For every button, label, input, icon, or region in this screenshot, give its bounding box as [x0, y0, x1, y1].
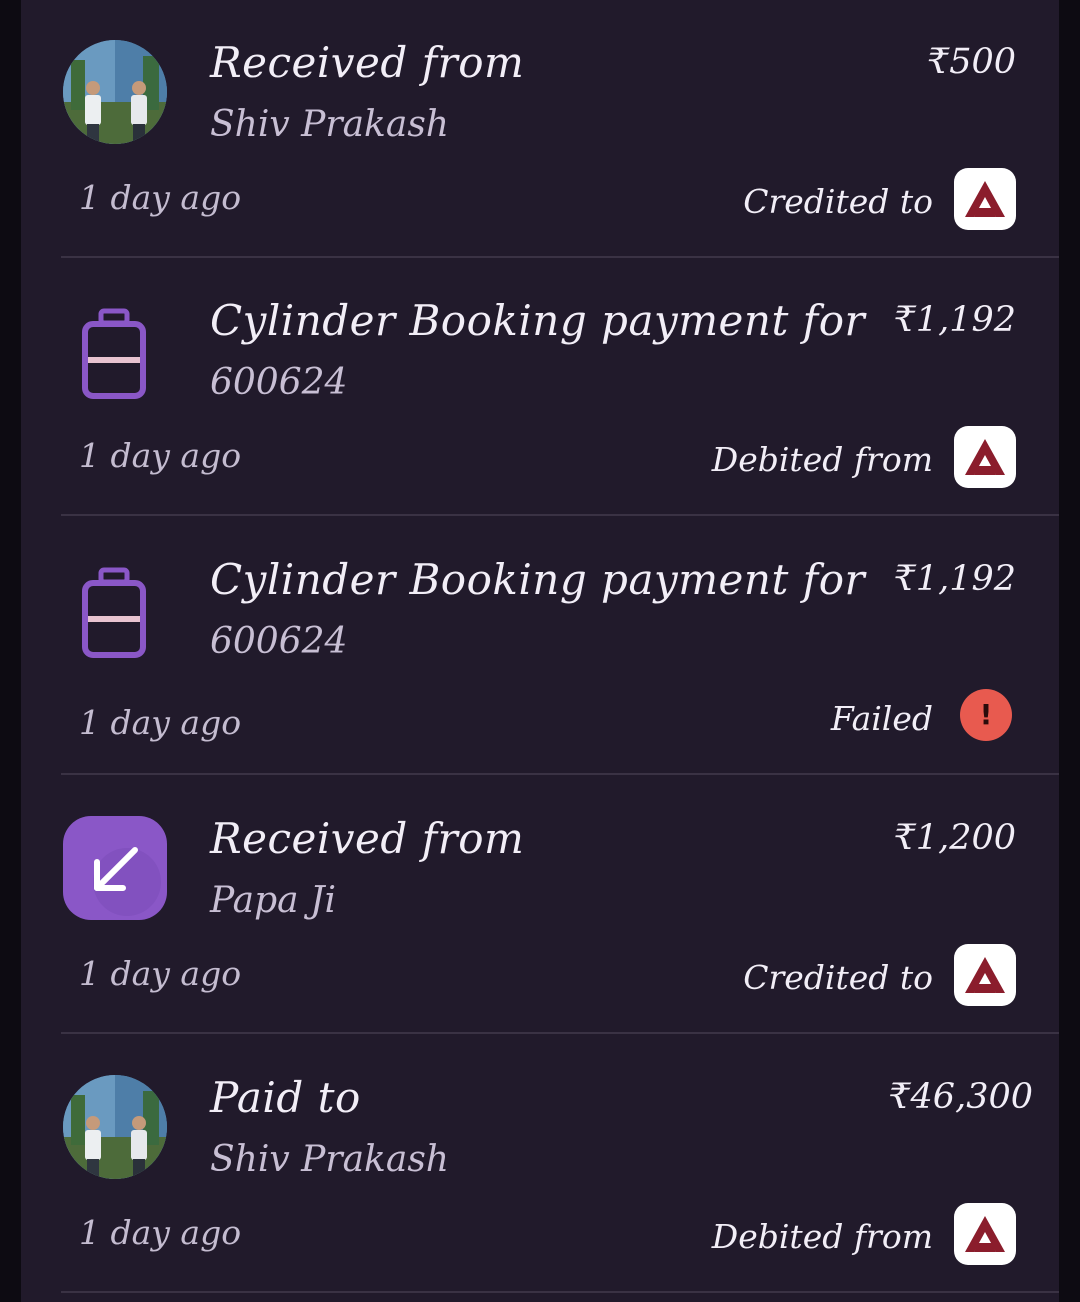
transaction-amount: ₹1,192 [893, 300, 1016, 340]
transaction-title: Paid to [210, 1073, 361, 1122]
axis-bank-icon [954, 426, 1016, 488]
failed-alert-icon: ! [960, 689, 1012, 741]
axis-bank-icon [954, 1203, 1016, 1265]
transaction-status: Failed [830, 699, 933, 738]
divider [61, 1032, 1059, 1034]
transaction-item[interactable]: Paid to Shiv Prakash ₹46,300 1 day ago D… [21, 1035, 1059, 1293]
contact-avatar [63, 1075, 167, 1179]
transaction-status: Debited from [711, 440, 933, 479]
transaction-status: Debited from [711, 1217, 933, 1256]
divider [61, 773, 1059, 775]
transaction-amount: ₹46,300 [888, 1077, 1033, 1117]
transaction-party: Papa Ji [210, 880, 336, 921]
gas-cylinder-icon [81, 308, 147, 400]
gas-cylinder-icon [81, 567, 147, 659]
transaction-time: 1 day ago [79, 703, 242, 742]
received-arrow-icon [63, 816, 167, 920]
transaction-item[interactable]: Cylinder Booking payment for 600624 ₹1,1… [21, 517, 1059, 775]
transaction-title: Cylinder Booking payment for [210, 555, 866, 604]
axis-bank-icon [954, 944, 1016, 1006]
transaction-time: 1 day ago [79, 1213, 242, 1252]
contact-avatar [63, 40, 167, 144]
transaction-status: Credited to [743, 182, 933, 221]
transaction-title: Cylinder Booking payment for [210, 296, 866, 345]
divider [61, 1291, 1059, 1293]
transaction-time: 1 day ago [79, 178, 242, 217]
transaction-amount: ₹500 [926, 42, 1016, 82]
transaction-amount: ₹1,200 [893, 818, 1016, 858]
transaction-party: 600624 [210, 621, 348, 662]
transaction-item[interactable]: Cylinder Booking payment for 600624 ₹1,1… [21, 258, 1059, 516]
axis-bank-icon [954, 168, 1016, 230]
transaction-amount: ₹1,192 [893, 559, 1016, 599]
transaction-party: Shiv Prakash [210, 104, 449, 145]
transaction-party: 600624 [210, 362, 348, 403]
transaction-title: Received from [210, 814, 525, 863]
transaction-item[interactable]: Received from Papa Ji ₹1,200 1 day ago C… [21, 776, 1059, 1034]
transaction-status: Credited to [743, 958, 933, 997]
transaction-item[interactable]: Received from Shiv Prakash ₹500 1 day ag… [21, 0, 1059, 258]
transaction-party: Shiv Prakash [210, 1139, 449, 1180]
transaction-list: Received from Shiv Prakash ₹500 1 day ag… [21, 0, 1059, 1302]
divider [61, 514, 1059, 516]
transaction-time: 1 day ago [79, 954, 242, 993]
transaction-time: 1 day ago [79, 436, 242, 475]
transaction-title: Received from [210, 38, 525, 87]
